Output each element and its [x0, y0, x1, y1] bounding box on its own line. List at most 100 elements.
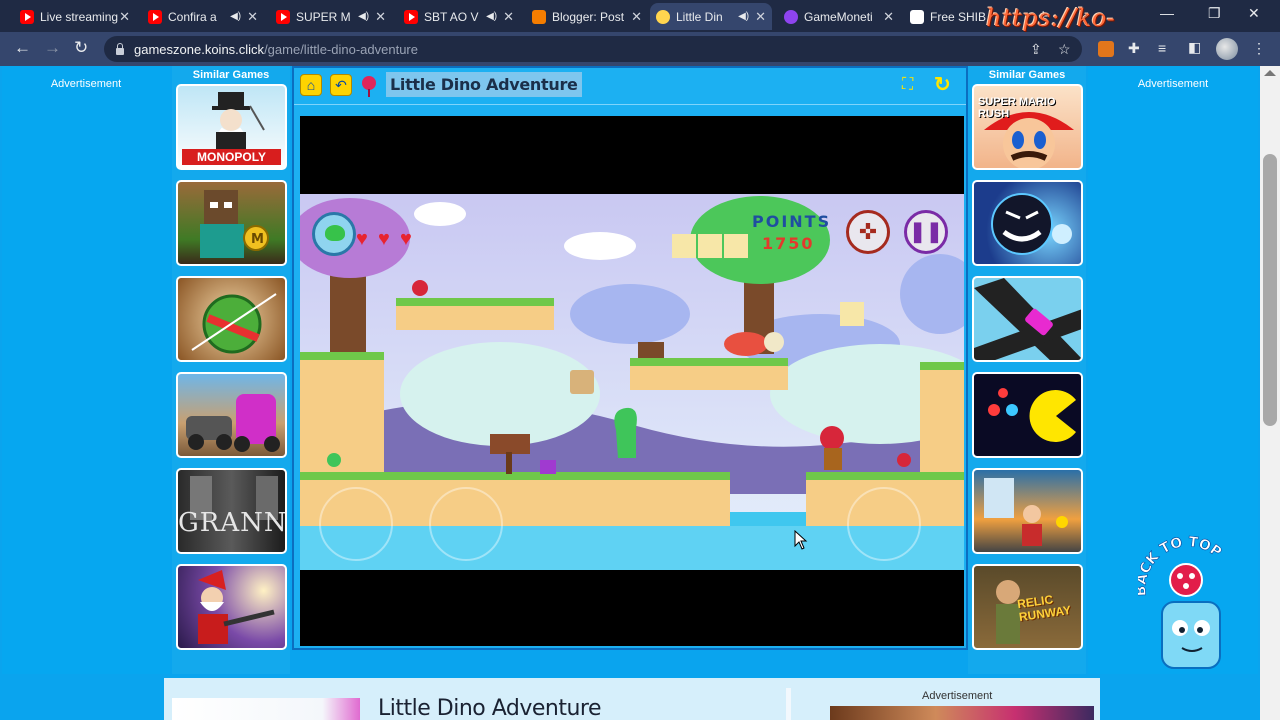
gamemonetize-icon — [784, 9, 798, 24]
speaker-icon[interactable]: ◀) — [358, 11, 369, 22]
browser-toolbar: ← → ↻ gameszone.koins.click/game/little-… — [0, 32, 1280, 66]
game-info-section: Little Dino Adventure Advertisement — [164, 678, 1100, 720]
game-info-title: Little Dino Adventure — [378, 696, 602, 720]
similar-games-right: Similar Games SUPER MARIO RUSH RELIC RUN… — [968, 66, 1086, 674]
tab-live-streaming[interactable]: Live streaming ✕ — [14, 3, 136, 30]
youtube-icon — [20, 9, 34, 24]
game-thumb-fruit-ninja[interactable] — [176, 276, 287, 362]
tab-blogger[interactable]: Blogger: Post ✕ — [526, 3, 648, 30]
browser-tab-bar: Live streaming ✕ Confira a ◀) ✕ SUPER M … — [0, 0, 1280, 60]
reading-list-icon[interactable]: ≡ — [1158, 40, 1166, 56]
points-label: POINTS — [752, 212, 832, 231]
game-thumb-stickman[interactable] — [972, 180, 1083, 266]
heart-icon: ♥ — [378, 228, 390, 250]
road-car-image — [974, 278, 1081, 360]
santa-image — [198, 570, 275, 644]
heart-icon: ♥ — [356, 228, 368, 250]
youtube-icon — [276, 9, 290, 24]
game-scene[interactable]: ♥ ♥ ♥ POINTS 1750 ✜ ❚❚ — [300, 194, 964, 570]
close-tab-icon[interactable]: ✕ — [119, 9, 130, 25]
reload-game-icon[interactable]: ↻ — [934, 72, 951, 97]
game-thumb-granny[interactable]: GRANNY — [176, 468, 287, 554]
home-icon[interactable]: ⌂ — [300, 74, 322, 96]
ad-label: Advertisement — [922, 690, 993, 702]
youtube-icon — [148, 9, 162, 24]
tab-sbt[interactable]: SBT AO V ◀) ✕ — [398, 3, 520, 30]
back-arrow-icon[interactable]: ← — [14, 38, 31, 58]
stickman-head-image — [991, 193, 1072, 255]
close-tab-icon[interactable]: ✕ — [631, 9, 642, 25]
svg-text:M: M — [251, 232, 264, 247]
puzzle-extension-icon[interactable]: ✚ — [1128, 40, 1140, 57]
ad-label: Advertisement — [1137, 78, 1209, 90]
game-canvas[interactable]: ♥ ♥ ♥ POINTS 1750 ✜ ❚❚ — [300, 116, 964, 646]
close-tab-icon[interactable]: ✕ — [375, 9, 386, 25]
game-panel: ⌂ ↶ Little Dino Adventure ⛶ ↻ ♥ ♥ ♥ POIN… — [292, 66, 968, 650]
close-tab-icon[interactable]: ✕ — [883, 9, 894, 25]
close-tab-icon[interactable]: ✕ — [503, 9, 514, 25]
back-to-top-button[interactable]: BACK TO TOP — [1133, 534, 1238, 684]
close-tab-icon[interactable]: ✕ — [755, 9, 766, 25]
tab-confira[interactable]: Confira a ◀) ✕ — [142, 3, 264, 30]
tab-gamemonetize[interactable]: GameMoneti ✕ — [778, 3, 900, 30]
scroll-up-arrow-icon[interactable] — [1264, 70, 1276, 76]
granny-logo: GRANNY — [178, 508, 287, 538]
watermelon-image — [191, 293, 277, 354]
tab-title: Little Din — [676, 9, 723, 24]
back-icon[interactable]: ↶ — [330, 74, 352, 96]
game-thumb-pacman[interactable] — [972, 372, 1083, 458]
game-thumb-santa-shooter[interactable] — [176, 564, 287, 650]
speaker-icon[interactable]: ◀) — [738, 11, 749, 22]
gamepad-icon[interactable]: ✜ — [846, 210, 890, 254]
game-title: Little Dino Adventure — [386, 72, 582, 97]
game-thumb-minecraft[interactable]: M — [176, 180, 287, 266]
game-thumb-monopoly[interactable]: MONOPOLY — [176, 84, 287, 170]
pin-icon — [362, 76, 376, 97]
speaker-icon[interactable]: ◀) — [486, 11, 497, 22]
game-thumb-subway-runner[interactable] — [972, 468, 1083, 554]
similar-games-heading: Similar Games — [192, 69, 270, 81]
game-thumb-relic-runway[interactable]: RELIC RUNWAY — [972, 564, 1083, 650]
game-info-thumbnail — [172, 698, 360, 720]
section-divider — [786, 688, 791, 720]
advertisement-bottom[interactable] — [830, 706, 1094, 720]
tab-little-dino[interactable]: Little Din ◀) ✕ — [650, 3, 772, 30]
tab-title: SBT AO V — [424, 9, 479, 24]
game-icon — [656, 9, 670, 24]
tab-super-mario[interactable]: SUPER M ◀) ✕ — [270, 3, 392, 30]
back-to-top-mascot: BACK TO TOP — [1133, 534, 1225, 669]
scroll-thumb[interactable] — [1263, 154, 1277, 426]
fox-extension-icon[interactable] — [1098, 41, 1114, 57]
tab-title: Live streaming — [40, 9, 119, 24]
pacman-image — [988, 388, 1076, 442]
pause-icon[interactable]: ❚❚ — [904, 210, 948, 254]
minecraft-character-image: M — [200, 190, 269, 258]
race-cars-image — [186, 394, 280, 452]
similar-games-heading: Similar Games — [988, 69, 1066, 81]
close-tab-icon[interactable]: ✕ — [247, 9, 258, 25]
game-thumb-racing[interactable] — [176, 372, 287, 458]
menu-kebab-icon[interactable]: ⋮ — [1252, 40, 1266, 57]
forward-arrow-icon[interactable]: → — [44, 38, 61, 58]
lock-icon — [116, 42, 124, 55]
bookmark-star-icon[interactable]: ☆ — [1058, 41, 1071, 58]
tab-title: Free SHIB — [930, 9, 987, 24]
heart-icon: ♥ — [400, 228, 412, 250]
blogger-icon — [532, 9, 546, 24]
reload-icon[interactable]: ↻ — [74, 38, 88, 58]
dino-avatar-icon — [312, 212, 356, 256]
game-thumb-super-mario-rush[interactable]: SUPER MARIO RUSH — [972, 84, 1083, 170]
tab-title: Blogger: Post — [552, 9, 625, 24]
share-icon[interactable]: ⇪ — [1030, 41, 1042, 58]
title-divider — [294, 104, 966, 105]
tab-title: Confira a — [168, 9, 217, 24]
side-panel-icon[interactable]: ◧ — [1188, 39, 1201, 56]
subway-runner-image — [984, 478, 1068, 546]
url-text: gameszone.koins.click/game/little-dino-a… — [134, 41, 418, 57]
address-bar[interactable]: gameszone.koins.click/game/little-dino-a… — [104, 36, 1082, 62]
advertisement-left[interactable]: Advertisement — [2, 66, 170, 674]
speaker-icon[interactable]: ◀) — [230, 11, 241, 22]
profile-avatar[interactable] — [1216, 38, 1238, 60]
game-thumb-road-crossing[interactable] — [972, 276, 1083, 362]
fullscreen-icon[interactable]: ⛶ — [902, 76, 913, 94]
